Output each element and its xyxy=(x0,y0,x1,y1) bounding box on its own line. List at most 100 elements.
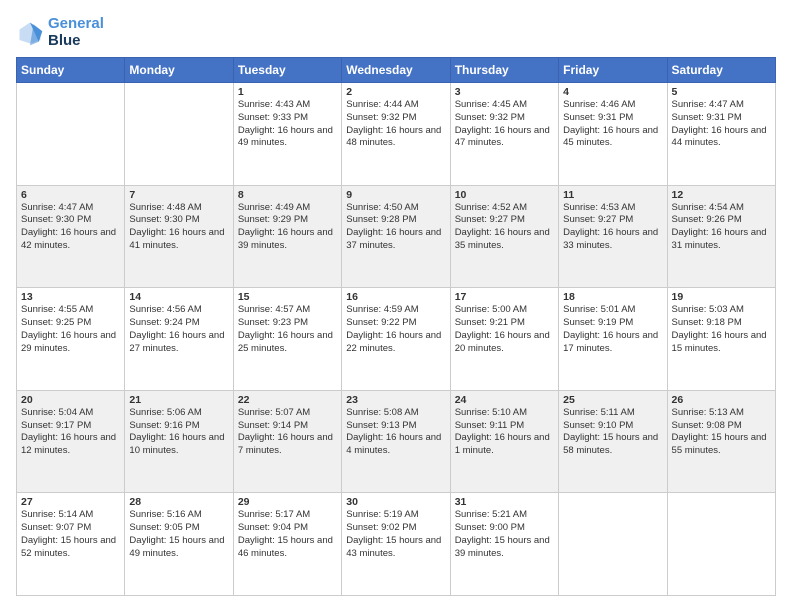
sunrise-text: Sunrise: 5:11 AM xyxy=(563,407,635,418)
daylight-text: Daylight: 16 hours and 25 minutes. xyxy=(238,330,333,354)
daylight-text: Daylight: 16 hours and 33 minutes. xyxy=(563,227,658,251)
logo-icon xyxy=(16,19,44,47)
daylight-text: Daylight: 16 hours and 12 minutes. xyxy=(21,432,116,456)
sunset-text: Sunset: 9:13 PM xyxy=(346,420,416,431)
sunset-text: Sunset: 9:19 PM xyxy=(563,317,633,328)
calendar-cell: 27Sunrise: 5:14 AMSunset: 9:07 PMDayligh… xyxy=(17,493,125,596)
daylight-text: Daylight: 16 hours and 20 minutes. xyxy=(455,330,550,354)
day-number: 31 xyxy=(455,496,554,508)
calendar-cell xyxy=(17,83,125,186)
sunset-text: Sunset: 9:16 PM xyxy=(129,420,199,431)
day-header-saturday: Saturday xyxy=(667,58,775,83)
cell-content: Sunrise: 4:53 AMSunset: 9:27 PMDaylight:… xyxy=(563,202,662,253)
day-number: 23 xyxy=(346,394,445,406)
day-number: 7 xyxy=(129,189,228,201)
day-number: 16 xyxy=(346,291,445,303)
calendar-cell: 4Sunrise: 4:46 AMSunset: 9:31 PMDaylight… xyxy=(559,83,667,186)
sunset-text: Sunset: 9:10 PM xyxy=(563,420,633,431)
sunset-text: Sunset: 9:28 PM xyxy=(346,214,416,225)
daylight-text: Daylight: 15 hours and 39 minutes. xyxy=(455,535,550,559)
calendar-cell xyxy=(125,83,233,186)
sunset-text: Sunset: 9:02 PM xyxy=(346,522,416,533)
calendar-cell xyxy=(667,493,775,596)
sunrise-text: Sunrise: 4:43 AM xyxy=(238,99,310,110)
day-number: 27 xyxy=(21,496,120,508)
sunset-text: Sunset: 9:05 PM xyxy=(129,522,199,533)
sunrise-text: Sunrise: 5:13 AM xyxy=(672,407,744,418)
sunrise-text: Sunrise: 4:48 AM xyxy=(129,202,201,213)
sunset-text: Sunset: 9:08 PM xyxy=(672,420,742,431)
calendar-cell: 15Sunrise: 4:57 AM Sunset: 9:23 PM Dayligh… xyxy=(233,288,341,391)
sunrise-text: Sunrise: 5:01 AM xyxy=(563,304,635,315)
calendar-cell: 8Sunrise: 4:49 AMSunset: 9:29 PMDaylight… xyxy=(233,185,341,288)
sunrise-text: Sunrise: 4:57 AM xyxy=(238,304,310,315)
cell-content: Sunrise: 4:43 AMSunset: 9:33 PMDaylight:… xyxy=(238,99,337,150)
cell-content: Sunrise: 4:47 AMSunset: 9:31 PMDaylight:… xyxy=(672,99,771,150)
cell-content: Sunrise: 4:45 AMSunset: 9:32 PMDaylight:… xyxy=(455,99,554,150)
day-number: 19 xyxy=(672,291,771,303)
daylight-text: Daylight: 16 hours and 31 minutes. xyxy=(672,227,767,251)
cell-content: Sunrise: 5:00 AMSunset: 9:21 PMDaylight:… xyxy=(455,304,554,355)
cell-content: Sunrise: 4:44 AMSunset: 9:32 PMDaylight:… xyxy=(346,99,445,150)
sunrise-text: Sunrise: 4:54 AM xyxy=(672,202,744,213)
day-number: 18 xyxy=(563,291,662,303)
daylight-text: Daylight: 16 hours and 37 minutes. xyxy=(346,227,441,251)
sunset-text: Sunset: 9:04 PM xyxy=(238,522,308,533)
daylight-text: Daylight: 15 hours and 43 minutes. xyxy=(346,535,441,559)
daylight-text: Daylight: 15 hours and 52 minutes. xyxy=(21,535,116,559)
calendar-cell: 24Sunrise: 5:10 AMSunset: 9:11 PMDayligh… xyxy=(450,390,558,493)
sunset-text: Sunset: 9:26 PM xyxy=(672,214,742,225)
calendar-cell: 26Sunrise: 5:13 AMSunset: 9:08 PMDayligh… xyxy=(667,390,775,493)
sunset-text: Sunset: 9:22 PM xyxy=(346,317,416,328)
sunrise-text: Sunrise: 4:56 AM xyxy=(129,304,201,315)
day-number: 10 xyxy=(455,189,554,201)
sunrise-text: Sunrise: 4:49 AM xyxy=(238,202,310,213)
sunset-text: Sunset: 9:23 PM xyxy=(238,317,308,328)
daylight-text: Daylight: 15 hours and 55 minutes. xyxy=(672,432,767,456)
cell-content: Sunrise: 5:08 AMSunset: 9:13 PMDaylight:… xyxy=(346,407,445,458)
day-header-friday: Friday xyxy=(559,58,667,83)
daylight-text: Daylight: 16 hours and 17 minutes. xyxy=(563,330,658,354)
sunset-text: Sunset: 9:07 PM xyxy=(21,522,91,533)
day-number: 24 xyxy=(455,394,554,406)
sunset-text: Sunset: 9:32 PM xyxy=(455,112,525,123)
day-number: 25 xyxy=(563,394,662,406)
day-header-monday: Monday xyxy=(125,58,233,83)
sunrise-text: Sunrise: 5:03 AM xyxy=(672,304,744,315)
page: General Blue SundayMondayTuesdayWednesda… xyxy=(0,0,792,612)
cell-content: Sunrise: 4:54 AMSunset: 9:26 PM Daylight:… xyxy=(672,202,771,253)
week-row-3: 13Sunrise: 4:55 AMSunset: 9:25 PMDayligh… xyxy=(17,288,776,391)
sunset-text: Sunset: 9:30 PM xyxy=(21,214,91,225)
daylight-text: Daylight: 15 hours and 58 minutes. xyxy=(563,432,658,456)
calendar-cell: 6Sunrise: 4:47 AMSunset: 9:30 PMDaylight… xyxy=(17,185,125,288)
sunrise-text: Sunrise: 5:06 AM xyxy=(129,407,201,418)
calendar-cell: 22Sunrise: 5:07 AMSunset: 9:14 PMDayligh… xyxy=(233,390,341,493)
sunrise-text: Sunrise: 4:59 AM xyxy=(346,304,418,315)
day-number: 9 xyxy=(346,189,445,201)
week-row-1: 1Sunrise: 4:43 AMSunset: 9:33 PMDaylight… xyxy=(17,83,776,186)
week-row-5: 27Sunrise: 5:14 AMSunset: 9:07 PMDayligh… xyxy=(17,493,776,596)
cell-content: Sunrise: 5:13 AM Sunset: 9:08 PMDaylight:… xyxy=(672,407,771,458)
cell-content: Sunrise: 4:50 AMSunset: 9:28 PMDaylight:… xyxy=(346,202,445,253)
daylight-text: Daylight: 16 hours and 10 minutes. xyxy=(129,432,224,456)
header: General Blue xyxy=(16,16,776,49)
calendar-cell: 7Sunrise: 4:48 AMSunset: 9:30 PMDaylight… xyxy=(125,185,233,288)
week-row-2: 6Sunrise: 4:47 AMSunset: 9:30 PMDaylight… xyxy=(17,185,776,288)
day-number: 1 xyxy=(238,86,337,98)
daylight-text: Daylight: 16 hours and 7 minutes. xyxy=(238,432,333,456)
calendar-cell: 10Sunrise: 4:52 AMSunset: 9:27 PMDayligh… xyxy=(450,185,558,288)
calendar-cell: 17Sunrise: 5:00 AMSunset: 9:21 PMDayligh… xyxy=(450,288,558,391)
sunrise-text: Sunrise: 4:47 AM xyxy=(672,99,744,110)
sunrise-text: Sunrise: 4:47 AM xyxy=(21,202,93,213)
day-number: 15 xyxy=(238,291,337,303)
cell-content: Sunrise: 5:06 AM Sunset: 9:16 PMDaylight:… xyxy=(129,407,228,458)
day-number: 21 xyxy=(129,394,228,406)
week-row-4: 20Sunrise: 5:04 AMSunset: 9:17 PMDayligh… xyxy=(17,390,776,493)
day-header-thursday: Thursday xyxy=(450,58,558,83)
daylight-text: Daylight: 16 hours and 41 minutes. xyxy=(129,227,224,251)
cell-content: Sunrise: 5:10 AMSunset: 9:11 PMDaylight:… xyxy=(455,407,554,458)
sunset-text: Sunset: 9:33 PM xyxy=(238,112,308,123)
daylight-text: Daylight: 16 hours and 1 minute. xyxy=(455,432,550,456)
calendar-cell: 28Sunrise: 5:16 AMSunset: 9:05 PMDayligh… xyxy=(125,493,233,596)
cell-content: Sunrise: 5:16 AMSunset: 9:05 PMDaylight:… xyxy=(129,509,228,560)
